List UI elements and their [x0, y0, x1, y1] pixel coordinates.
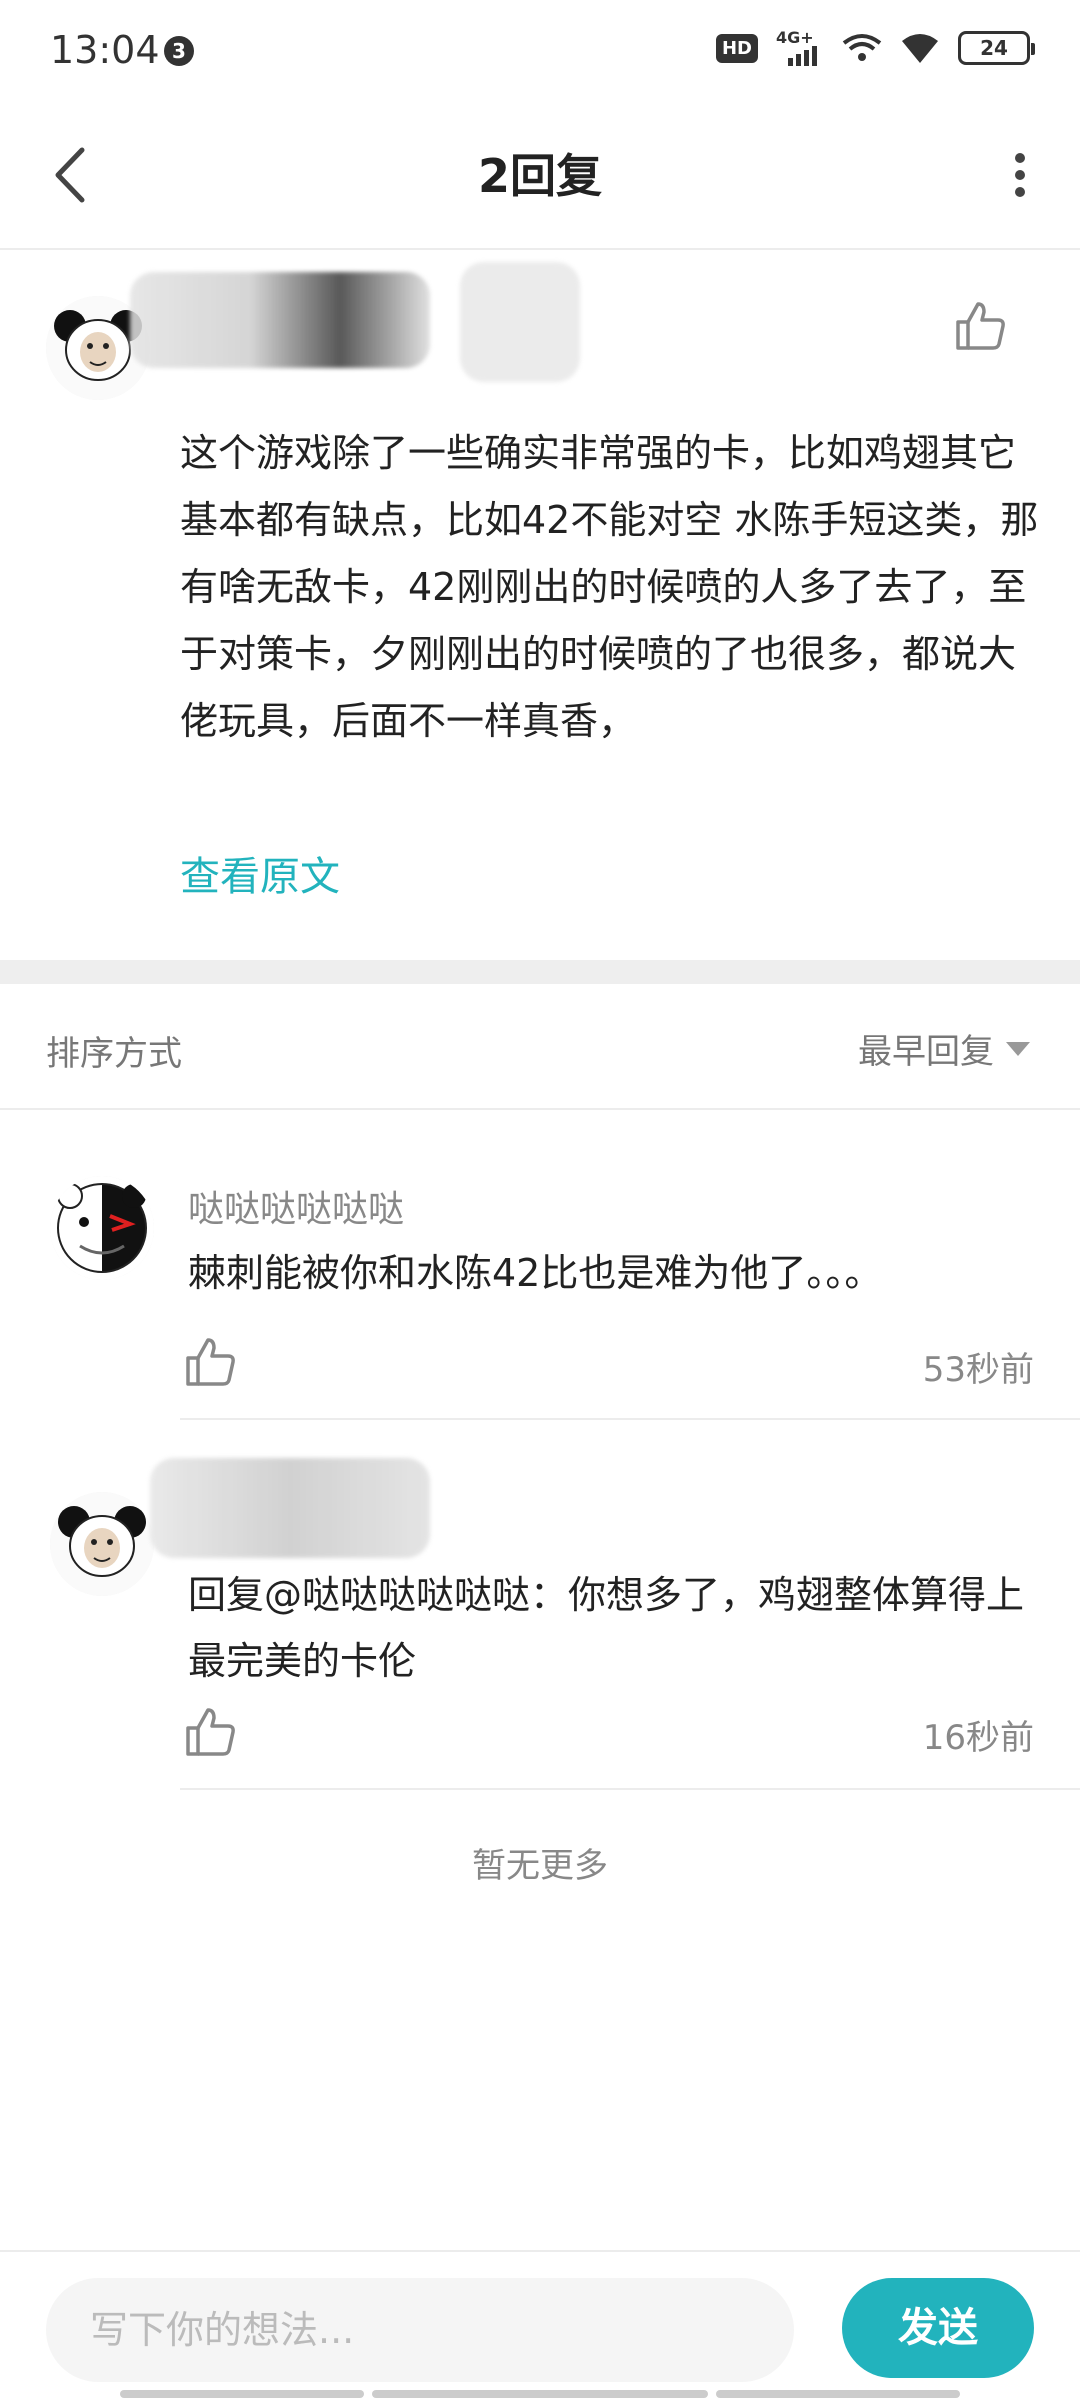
sort-label: 排序方式: [46, 1034, 182, 1074]
thumbs-up-icon[interactable]: [180, 1702, 240, 1762]
send-button[interactable]: 发送: [842, 2278, 1034, 2378]
top-app-bar: 2回复: [0, 100, 1080, 250]
thumbs-up-icon[interactable]: [180, 1332, 240, 1392]
cellular-signal-icon: 4G+: [776, 28, 824, 66]
sort-dropdown[interactable]: 最早回复: [858, 1024, 1030, 1073]
main-comment: 这个游戏除了一些确实非常强的卡，比如鸡翅其它基本都有缺点，比如42不能对空 水陈…: [0, 252, 1080, 960]
more-options-icon[interactable]: [990, 140, 1050, 210]
status-time: 13:04: [50, 28, 160, 72]
section-divider: [0, 960, 1080, 984]
reply-text: 棘刺能被你和水陈42比也是难为他了。。。: [188, 1251, 883, 1295]
comment-text: 这个游戏除了一些确实非常强的卡，比如鸡翅其它基本都有缺点，比如42不能对空 水陈…: [180, 431, 1039, 743]
wifi-calling-icon: [842, 34, 882, 61]
sort-bar: 排序方式 最早回复: [0, 984, 1080, 1110]
status-bar: 13:04 3 HD 4G+ 24: [0, 0, 1080, 100]
dropdown-triangle-icon: [1006, 1041, 1030, 1056]
reply-timestamp: 53秒前: [922, 1350, 1034, 1390]
reply-detail-screen: 13:04 3 HD 4G+ 24 2回复 这个游戏除了一些确实非常强的卡，比如…: [0, 0, 1080, 2400]
reply-timestamp: 16秒前: [922, 1718, 1034, 1758]
redacted-username: [460, 262, 580, 382]
divider: [180, 1418, 1080, 1420]
navigation-bar: [120, 2390, 960, 2398]
reply-text: 回复@哒哒哒哒哒哒：你想多了，鸡翅整体算得上最完美的卡伦: [188, 1573, 1025, 1683]
view-original-link[interactable]: 查看原文: [180, 844, 340, 902]
wifi-icon: [902, 34, 938, 63]
reply-username[interactable]: 哒哒哒哒哒哒: [188, 1180, 404, 1232]
no-more-label: 暂无更多: [472, 1846, 608, 1886]
comment-composer: 写下你的想法... 发送: [0, 2250, 1080, 2400]
reply-item: 哒哒哒哒哒哒 棘刺能被你和水陈42比也是难为他了。。。 53秒前: [0, 1112, 1080, 1422]
avatar[interactable]: [50, 1492, 154, 1596]
status-icons: HD 4G+ 24: [715, 28, 1035, 66]
sort-selected-value: 最早回复: [858, 1032, 994, 1072]
page-title: 2回复: [477, 149, 602, 203]
comment-input[interactable]: 写下你的想法...: [46, 2278, 794, 2382]
hd-icon: HD: [715, 33, 758, 63]
redacted-username: [130, 272, 430, 368]
thumbs-up-icon[interactable]: [950, 296, 1010, 356]
redacted-username: [150, 1458, 430, 1558]
notification-count-badge: 3: [164, 36, 194, 66]
avatar[interactable]: [50, 1176, 154, 1280]
divider: [180, 1788, 1080, 1790]
reply-item: 回复@哒哒哒哒哒哒：你想多了，鸡翅整体算得上最完美的卡伦 16秒前: [0, 1422, 1080, 1792]
battery-icon: 24: [958, 31, 1035, 65]
